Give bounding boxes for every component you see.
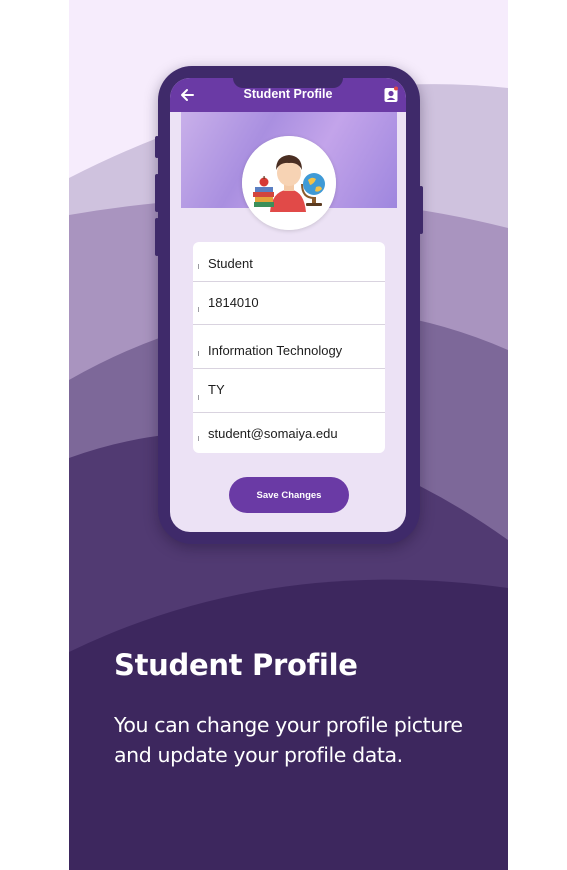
field-marker <box>198 436 199 441</box>
roll-number-field-value: 1814010 <box>208 295 259 310</box>
student-avatar-illustration <box>242 136 336 230</box>
phone-screen: Student Profile Student 1814010 Informat… <box>170 78 406 532</box>
field-marker <box>198 307 199 312</box>
phone-side-button <box>155 174 159 212</box>
app-bar-title: Student Profile <box>243 87 333 101</box>
field-marker <box>198 351 199 356</box>
user-badge-icon <box>384 86 398 102</box>
phone-side-button <box>155 218 159 256</box>
onboarding-slide: Student Profile Student 1814010 Informat… <box>69 0 508 870</box>
slide-description: You can change your profile picture and … <box>114 713 463 767</box>
profile-form: Student 1814010 Information Technology T… <box>193 242 385 453</box>
email-field[interactable]: student@somaiya.edu <box>193 413 385 453</box>
phone-mockup: Student Profile Student 1814010 Informat… <box>155 66 423 544</box>
profile-button[interactable] <box>381 84 401 106</box>
department-field-value: Information Technology <box>208 343 343 358</box>
phone-side-button <box>419 186 423 234</box>
phone-notch <box>233 78 343 88</box>
email-field-value: student@somaiya.edu <box>208 426 338 441</box>
year-field[interactable]: TY <box>193 369 385 413</box>
slide-heading: Student Profile <box>114 648 358 682</box>
roll-number-field[interactable]: 1814010 <box>193 281 385 325</box>
field-marker <box>198 264 199 269</box>
phone-side-button <box>155 136 159 158</box>
name-field-value: Student <box>208 256 253 271</box>
department-field[interactable]: Information Technology <box>193 325 385 369</box>
field-marker <box>198 395 199 400</box>
profile-avatar[interactable] <box>242 136 336 230</box>
save-changes-button[interactable]: Save Changes <box>229 477 349 513</box>
year-field-value: TY <box>208 382 225 397</box>
name-field[interactable]: Student <box>193 242 385 282</box>
